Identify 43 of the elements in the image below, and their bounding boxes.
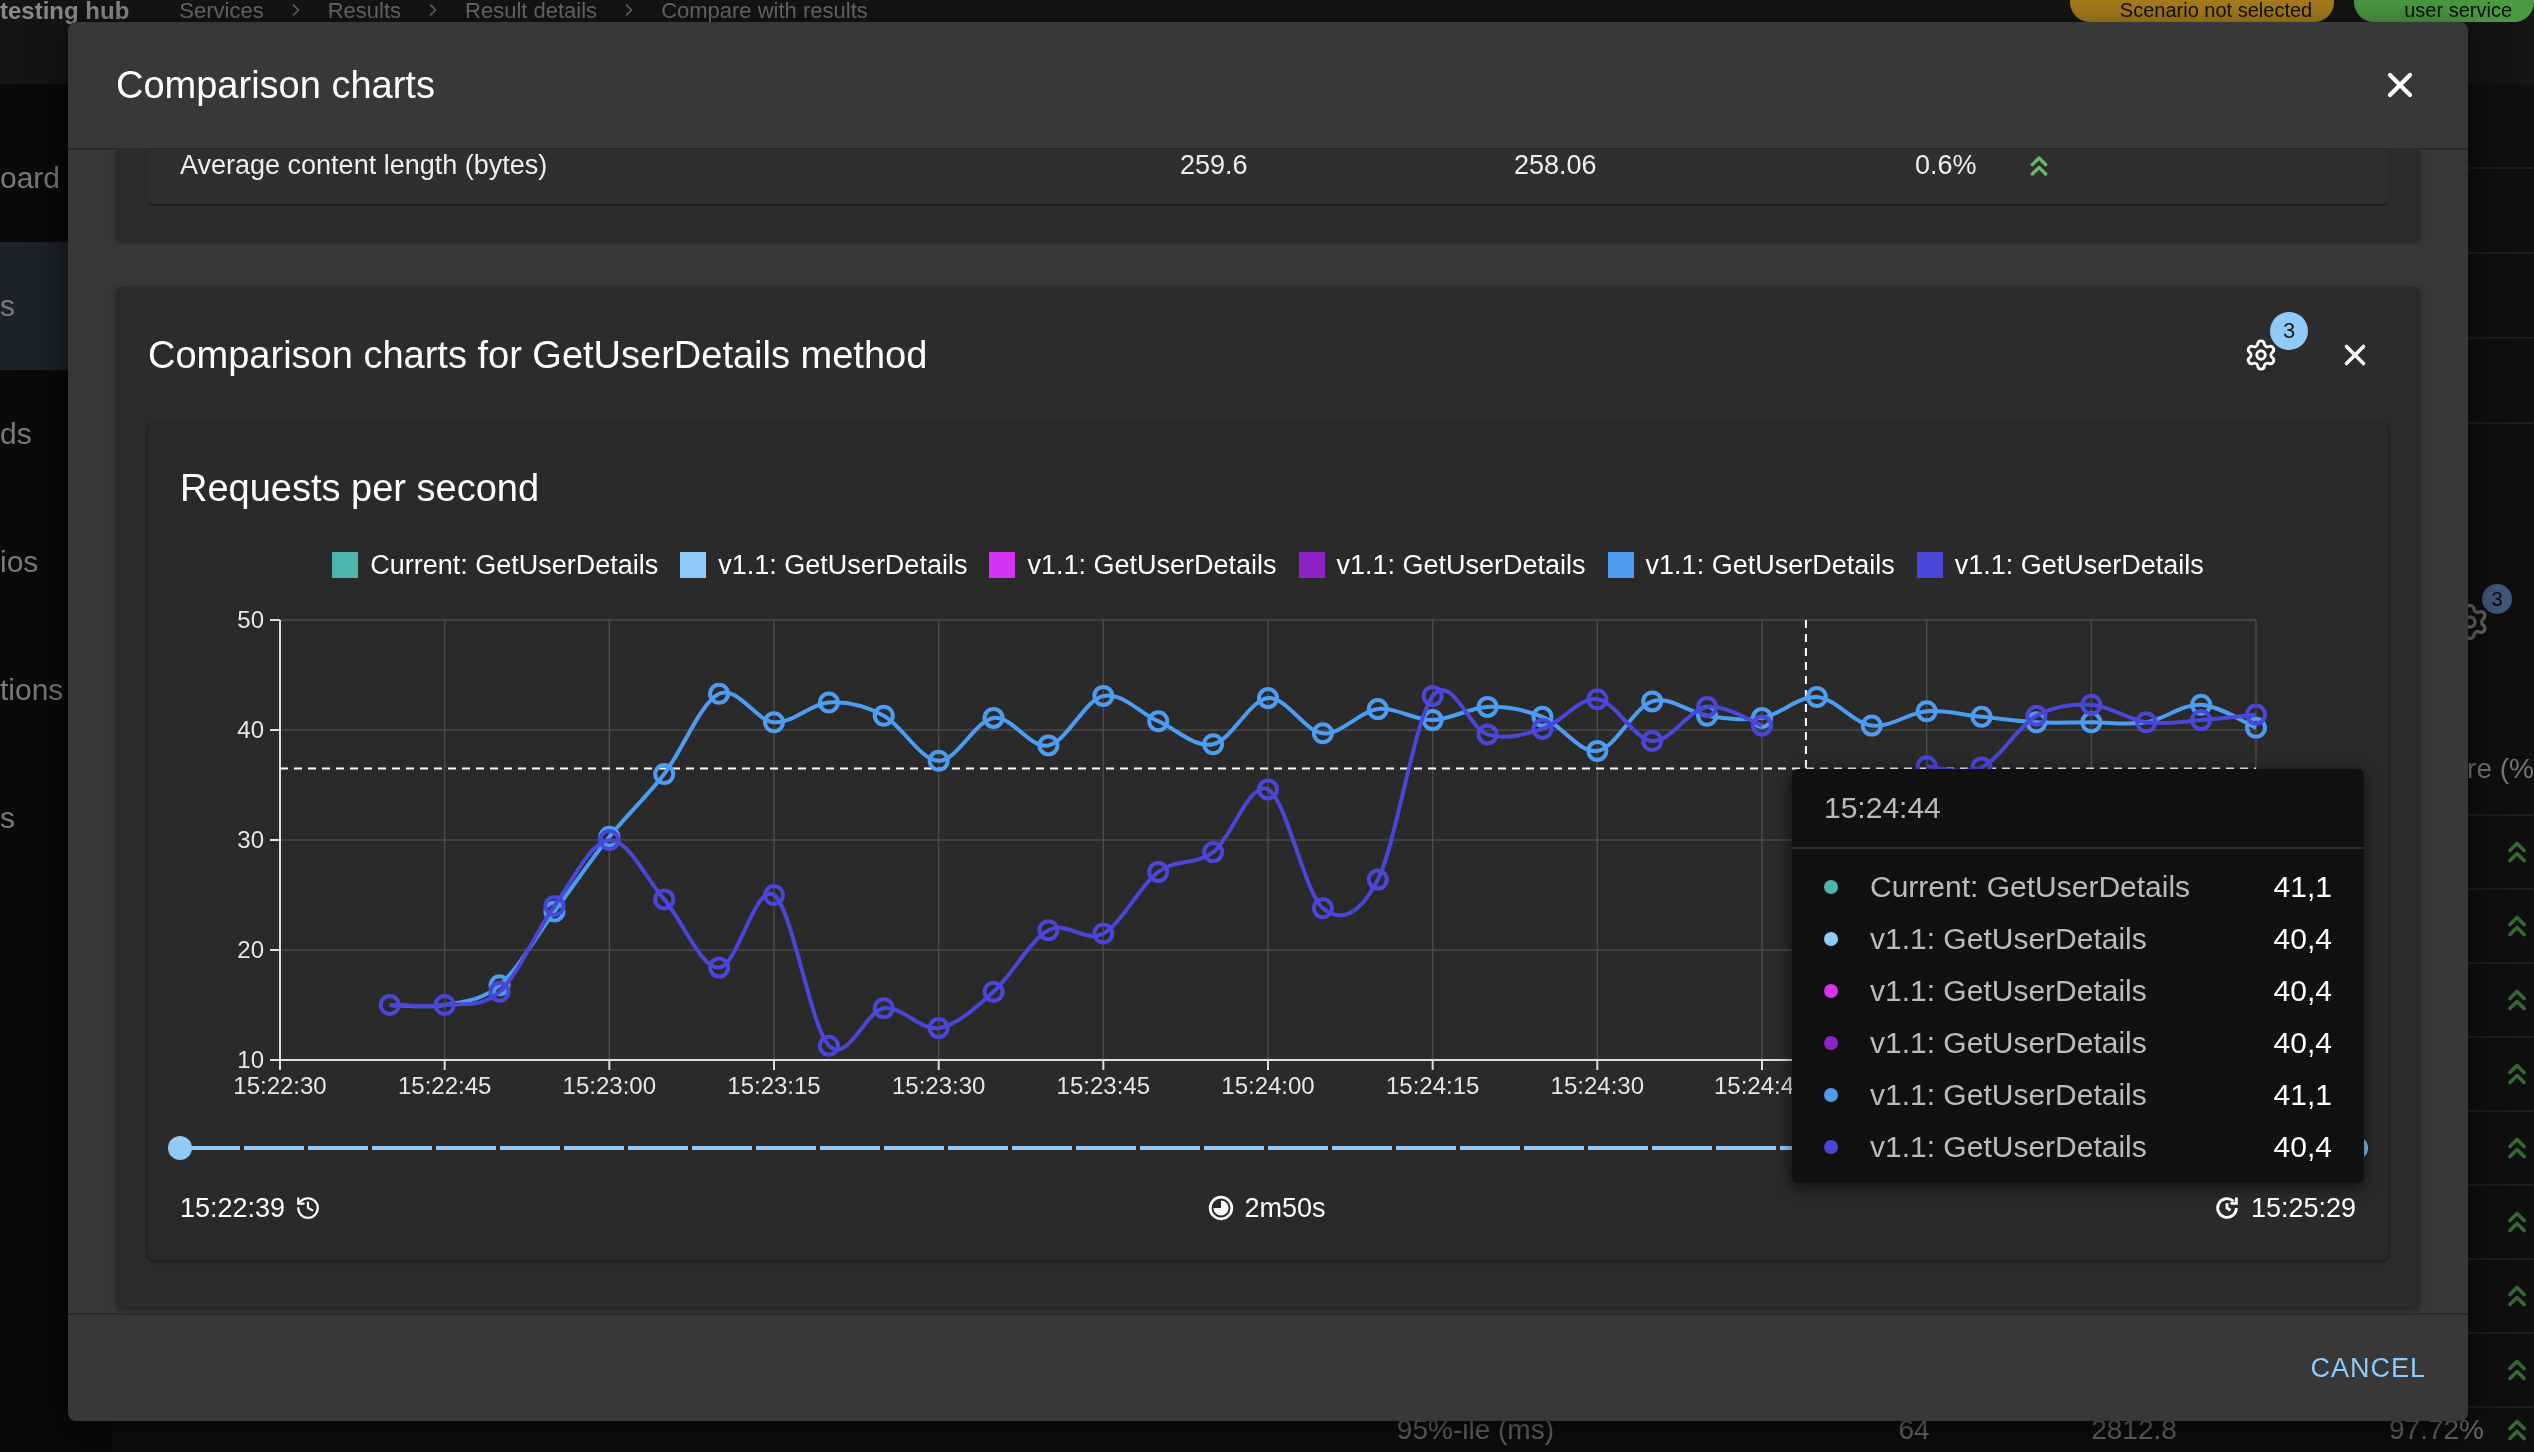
series-label: Current: GetUserDetails xyxy=(1870,870,2192,904)
x-tick-label: 15:22:30 xyxy=(233,1072,327,1099)
app-brand: testing hub xyxy=(0,0,130,22)
table-cell-text: 0.6% xyxy=(1915,150,1978,181)
series-value: 40,4 xyxy=(2273,1130,2332,1164)
y-tick-label: 10 xyxy=(237,1046,264,1073)
start-time: 15:22:39 xyxy=(180,1192,286,1224)
end-time: 15:25:29 xyxy=(2250,1192,2356,1224)
table-cell-text: 258.06 xyxy=(1514,150,1598,181)
dialog-title: Comparison charts xyxy=(116,63,435,107)
x-tick-label: 15:23:30 xyxy=(891,1072,986,1099)
y-tick-label: 40 xyxy=(237,716,264,743)
series-label: v1.1: GetUserDetails xyxy=(1870,1078,2148,1112)
count-badge: 3 xyxy=(2482,584,2512,614)
x-tick-label: 15:24:30 xyxy=(1550,1072,1645,1099)
chart-title: Requests per second xyxy=(180,468,541,508)
series-value: 40,4 xyxy=(2273,974,2332,1008)
series-label: v1.1: GetUserDetails xyxy=(1870,922,2148,956)
y-tick-label: 20 xyxy=(237,936,264,963)
section-title: Comparison charts for GetUserDetails method xyxy=(148,333,928,377)
x-tick-label: 15:23:00 xyxy=(562,1072,657,1099)
series-label: v1.1: GetUserDetails xyxy=(1870,1130,2148,1164)
x-tick-label: 15:23:15 xyxy=(727,1072,821,1099)
y-tick-label: 30 xyxy=(237,826,264,853)
y-tick-label: 50 xyxy=(237,606,264,633)
series-value: 41,1 xyxy=(2273,1078,2332,1112)
row-label: Average content length (bytes) xyxy=(180,150,549,181)
tooltip-time: 15:24:44 xyxy=(1824,791,1941,825)
x-tick-label: 15:24:15 xyxy=(1385,1072,1480,1099)
x-tick-label: 15:23:45 xyxy=(1056,1072,1151,1099)
series-value: 40,4 xyxy=(2273,922,2332,956)
duration: 2m50s xyxy=(1244,1192,1326,1224)
series-label: v1.1: GetUserDetails xyxy=(1870,974,2148,1008)
x-tick-label: 15:22:45 xyxy=(397,1072,492,1099)
series-value: 40,4 xyxy=(2273,1026,2332,1060)
series-value: 41,1 xyxy=(2273,870,2332,904)
count-badge: 3 xyxy=(2270,312,2308,350)
table-cell-text: 259.6 xyxy=(1180,150,1249,181)
x-tick-label: 15:24:00 xyxy=(1221,1072,1315,1099)
table-cell-text: 64 xyxy=(1897,1414,1931,1446)
x-tick-label: 15:24:4 xyxy=(1714,1072,1795,1099)
series-label: v1.1: GetUserDetails xyxy=(1870,1026,2148,1060)
column-header: re (% xyxy=(2467,753,2534,785)
